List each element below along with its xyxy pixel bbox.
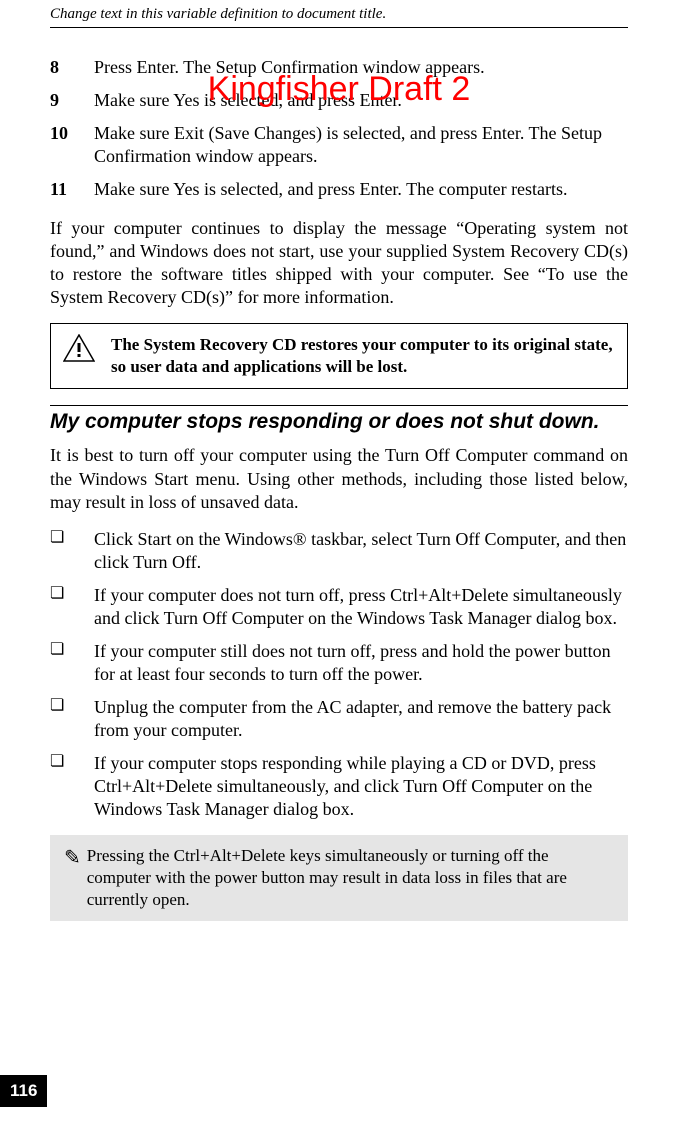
note-box: ✎ Pressing the Ctrl+Alt+Delete keys simu… xyxy=(50,835,628,921)
list-item: ❏ Click Start on the Windows® taskbar, s… xyxy=(50,528,628,574)
step-text: Make sure Yes is selected, and press Ent… xyxy=(94,178,568,201)
section-heading: My computer stops responding or does not… xyxy=(50,405,628,434)
caution-box: The System Recovery CD restores your com… xyxy=(50,323,628,389)
note-text: Pressing the Ctrl+Alt+Delete keys simult… xyxy=(87,845,614,911)
list-item: ❏ If your computer does not turn off, pr… xyxy=(50,584,628,630)
step-text: Press Enter. The Setup Confirmation wind… xyxy=(94,56,485,79)
list-item: ❏ If your computer still does not turn o… xyxy=(50,640,628,686)
step-text: Make sure Yes is selected, and press Ent… xyxy=(94,89,402,112)
step-number: 10 xyxy=(50,122,94,145)
bullet-icon: ❏ xyxy=(50,528,94,548)
caution-text: The System Recovery CD restores your com… xyxy=(111,334,615,378)
list-text: Click Start on the Windows® taskbar, sel… xyxy=(94,528,628,574)
step-number: 9 xyxy=(50,89,94,112)
step-text: Make sure Exit (Save Changes) is selecte… xyxy=(94,122,628,168)
step-item: 11 Make sure Yes is selected, and press … xyxy=(50,178,628,201)
bullet-icon: ❏ xyxy=(50,584,94,604)
list-text: If your computer still does not turn off… xyxy=(94,640,628,686)
list-item: ❏ Unplug the computer from the AC adapte… xyxy=(50,696,628,742)
running-header: Change text in this variable definition … xyxy=(50,0,628,28)
body-paragraph: It is best to turn off your computer usi… xyxy=(50,444,628,513)
step-item: 8 Press Enter. The Setup Confirmation wi… xyxy=(50,56,628,79)
page-number: 116 xyxy=(0,1075,47,1107)
list-text: If your computer stops responding while … xyxy=(94,752,628,821)
step-item: 9 Make sure Yes is selected, and press E… xyxy=(50,89,628,112)
numbered-steps: 8 Press Enter. The Setup Confirmation wi… xyxy=(50,56,628,201)
list-text: Unplug the computer from the AC adapter,… xyxy=(94,696,628,742)
step-number: 11 xyxy=(50,178,94,201)
list-item: ❏ If your computer stops responding whil… xyxy=(50,752,628,821)
step-number: 8 xyxy=(50,56,94,79)
list-text: If your computer does not turn off, pres… xyxy=(94,584,628,630)
step-item: 10 Make sure Exit (Save Changes) is sele… xyxy=(50,122,628,168)
body-paragraph: If your computer continues to display th… xyxy=(50,217,628,309)
warning-icon xyxy=(63,334,95,362)
bullet-icon: ❏ xyxy=(50,752,94,772)
bullet-icon: ❏ xyxy=(50,640,94,660)
pencil-icon: ✎ xyxy=(64,845,81,871)
bullet-icon: ❏ xyxy=(50,696,94,716)
bullet-list: ❏ Click Start on the Windows® taskbar, s… xyxy=(50,528,628,821)
